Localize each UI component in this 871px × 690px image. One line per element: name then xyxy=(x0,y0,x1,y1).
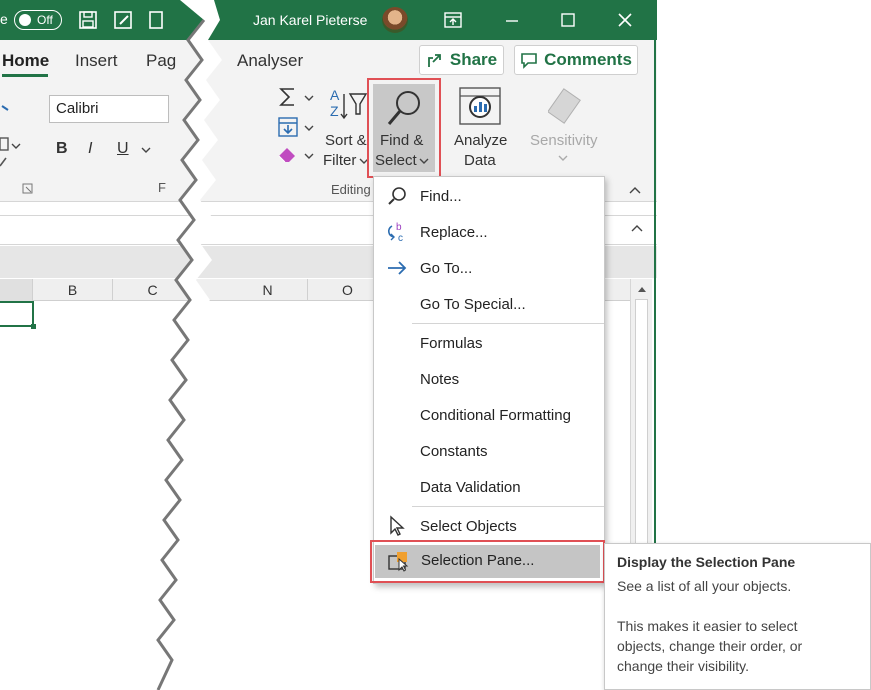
tooltip-line: change their visibility. xyxy=(617,658,750,674)
tab-home[interactable]: Home xyxy=(2,51,49,71)
menu-item-label: Replace... xyxy=(420,223,488,241)
find-select-line1: Find & xyxy=(380,132,424,149)
underline-button[interactable]: U xyxy=(117,140,129,158)
menu-item-label: Formulas xyxy=(420,334,483,352)
fill-chevron-icon[interactable] xyxy=(303,122,315,134)
bold-button[interactable]: B xyxy=(56,140,68,158)
sensitivity-chevron-icon xyxy=(558,155,568,161)
share-button[interactable]: Share xyxy=(419,45,504,75)
active-cell[interactable] xyxy=(0,301,34,327)
arrow-right-icon xyxy=(386,257,408,279)
comments-button[interactable]: Comments xyxy=(514,45,638,75)
svg-text:Z: Z xyxy=(330,103,339,119)
menu-item-constants[interactable]: Constants xyxy=(374,433,604,469)
menu-item-label: Conditional Formatting xyxy=(420,406,571,424)
selection-pane-icon xyxy=(387,550,411,577)
menu-item-label: Data Validation xyxy=(420,478,521,496)
save-as-icon[interactable] xyxy=(113,10,133,30)
column-header-b[interactable]: B xyxy=(33,279,113,301)
sensitivity-icon xyxy=(548,88,581,124)
analyze-data-line2[interactable]: Data xyxy=(464,152,496,169)
menu-item-replace[interactable]: bc Replace... xyxy=(374,214,604,250)
selected-column-header[interactable] xyxy=(0,279,33,301)
save-icon[interactable] xyxy=(78,10,98,30)
ribbon-display-icon[interactable] xyxy=(444,11,462,29)
menu-item-conditional-formatting[interactable]: Conditional Formatting xyxy=(374,397,604,433)
tooltip: Display the Selection Pane See a list of… xyxy=(604,543,871,690)
title-bar: e Off Jan Karel Pieterse xyxy=(0,0,657,40)
menu-item-go-to-special[interactable]: Go To Special... xyxy=(374,286,604,322)
selection-pane-highlight: Selection Pane... xyxy=(370,540,605,583)
menu-item-formulas[interactable]: Formulas xyxy=(374,325,604,361)
autosave-toggle[interactable]: Off xyxy=(14,10,62,30)
menu-item-label: Selection Pane... xyxy=(421,552,535,569)
menu-item-label: Notes xyxy=(420,370,460,388)
close-icon[interactable] xyxy=(616,11,634,29)
replace-icon: bc xyxy=(386,221,408,243)
autosum-chevron-icon[interactable] xyxy=(303,92,315,104)
svg-text:A: A xyxy=(330,87,340,103)
menu-item-label: Select Objects xyxy=(420,517,517,535)
find-select-menu: Find... bc Replace... Go To... Go To Spe… xyxy=(373,176,605,584)
tooltip-line: objects, change their order, or xyxy=(617,638,803,654)
maximize-icon[interactable] xyxy=(559,11,577,29)
editing-group-label: Editing xyxy=(331,182,371,197)
ribbon-tabs: Home Insert Pag Analyser Share Comments xyxy=(0,40,657,80)
active-tab-indicator xyxy=(2,74,48,77)
sensitivity-label: Sensitivity xyxy=(530,132,598,149)
analyze-data-line1[interactable]: Analyze xyxy=(454,132,507,149)
analyze-data-icon xyxy=(459,87,501,125)
menu-item-selection-pane[interactable]: Selection Pane... xyxy=(375,545,600,578)
dialog-launcher-icon[interactable] xyxy=(22,183,34,195)
user-name: Jan Karel Pieterse xyxy=(253,12,368,28)
sort-filter-icon: AZ xyxy=(330,87,368,120)
menu-item-notes[interactable]: Notes xyxy=(374,361,604,397)
comment-icon xyxy=(521,53,537,69)
share-icon xyxy=(427,54,441,67)
menu-item-select-objects[interactable]: Select Objects xyxy=(374,508,604,544)
tab-insert[interactable]: Insert xyxy=(75,51,118,71)
cursor-icon xyxy=(386,515,408,537)
minimize-icon[interactable] xyxy=(503,11,521,29)
clear-chevron-icon[interactable] xyxy=(303,150,315,162)
comments-label: Comments xyxy=(544,50,632,69)
italic-button[interactable]: I xyxy=(88,140,92,158)
sort-filter-line2[interactable]: Filter xyxy=(323,152,356,169)
svg-text:b: b xyxy=(396,222,402,233)
menu-item-go-to[interactable]: Go To... xyxy=(374,250,604,286)
fill-handle[interactable] xyxy=(31,324,36,329)
svg-text:c: c xyxy=(398,233,403,243)
menu-separator xyxy=(412,323,604,324)
toggle-label: Off xyxy=(37,13,53,27)
autosum-icon[interactable] xyxy=(278,86,300,108)
menu-item-data-validation[interactable]: Data Validation xyxy=(374,469,604,505)
torn-edge-decoration xyxy=(156,0,222,690)
menu-separator xyxy=(412,506,604,507)
toggle-knob xyxy=(19,13,31,26)
clipboard-partial-icon xyxy=(0,105,21,167)
magnifier-icon xyxy=(386,185,408,207)
tooltip-title: Display the Selection Pane xyxy=(617,554,796,570)
tooltip-line: This makes it easier to select xyxy=(617,618,798,634)
share-label: Share xyxy=(449,50,498,69)
magnifier-icon xyxy=(387,91,420,125)
clear-icon[interactable] xyxy=(276,144,300,164)
fill-icon[interactable] xyxy=(277,116,299,138)
tooltip-line: See a list of all your objects. xyxy=(617,578,792,594)
collapse-ribbon-icon[interactable] xyxy=(628,184,642,196)
user-avatar[interactable] xyxy=(382,7,408,33)
autosave-label: e xyxy=(0,11,8,27)
scroll-up-icon[interactable] xyxy=(635,283,649,295)
collapse-formula-bar-icon[interactable] xyxy=(630,222,644,234)
sort-filter-line1[interactable]: Sort & xyxy=(325,132,367,149)
find-select-chevron-icon xyxy=(419,158,429,164)
menu-item-label: Go To... xyxy=(420,259,473,277)
menu-item-label: Find... xyxy=(420,187,462,205)
menu-item-label: Go To Special... xyxy=(420,295,526,313)
menu-item-find[interactable]: Find... xyxy=(374,178,604,214)
menu-item-label: Constants xyxy=(420,442,488,460)
find-select-line2: Select xyxy=(375,152,417,169)
